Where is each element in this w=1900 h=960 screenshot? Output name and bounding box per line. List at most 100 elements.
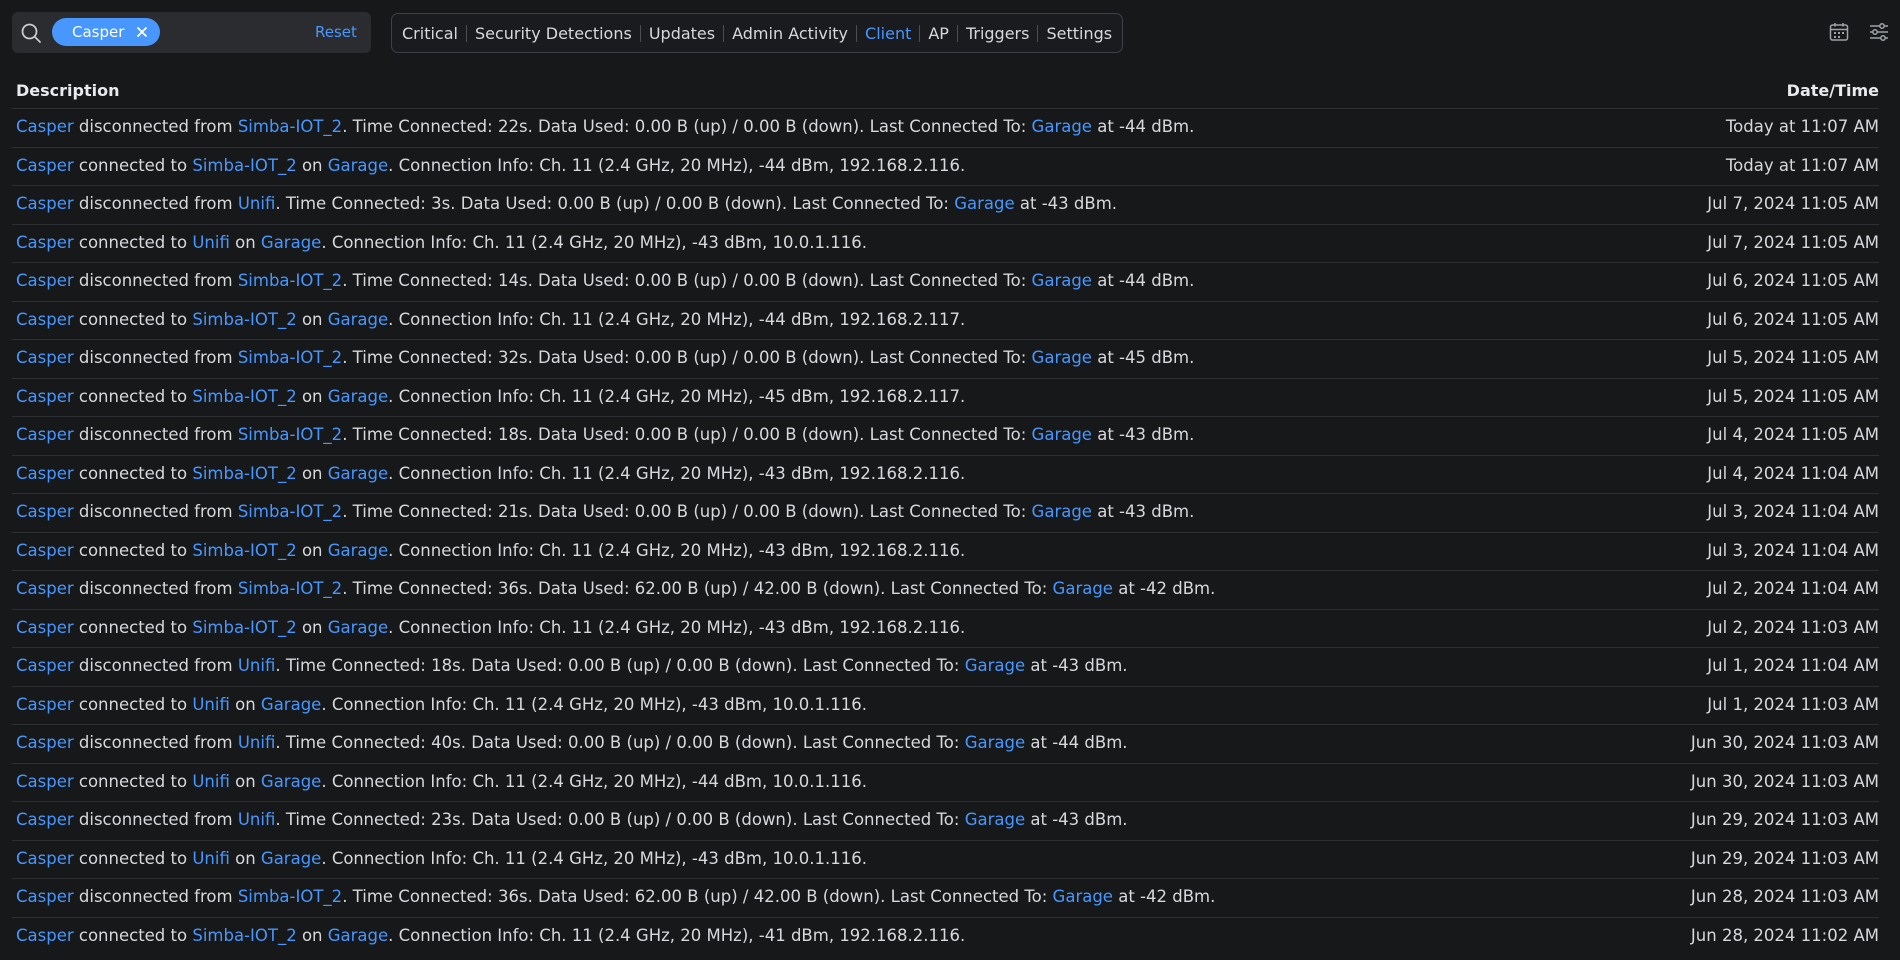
table-row[interactable]: Casper disconnected from Simba-IOT_2. Ti… bbox=[12, 416, 1879, 455]
ssid-link[interactable]: Simba-IOT_2 bbox=[192, 464, 296, 483]
table-row[interactable]: Casper disconnected from Simba-IOT_2. Ti… bbox=[12, 878, 1879, 917]
ssid-link[interactable]: Unifi bbox=[238, 656, 276, 675]
table-row[interactable]: Casper disconnected from Unifi. Time Con… bbox=[12, 185, 1879, 224]
table-row[interactable]: Casper connected to Unifi on Garage. Con… bbox=[12, 223, 1879, 263]
ap-link[interactable]: Garage bbox=[261, 233, 321, 252]
client-link[interactable]: Casper bbox=[16, 810, 74, 829]
ap-link[interactable]: Garage bbox=[1032, 348, 1092, 367]
client-link[interactable]: Casper bbox=[16, 271, 74, 290]
sliders-icon[interactable] bbox=[1868, 21, 1890, 43]
ap-link[interactable]: Garage bbox=[1032, 425, 1092, 444]
search-icon[interactable] bbox=[19, 21, 43, 45]
client-link[interactable]: Casper bbox=[16, 656, 74, 675]
client-link[interactable]: Casper bbox=[16, 502, 74, 521]
ssid-link[interactable]: Simba-IOT_2 bbox=[192, 387, 296, 406]
client-link[interactable]: Casper bbox=[16, 541, 74, 560]
tab-client[interactable]: Client bbox=[865, 24, 911, 43]
ssid-link[interactable]: Simba-IOT_2 bbox=[238, 425, 342, 444]
table-row[interactable]: Casper disconnected from Simba-IOT_2. Ti… bbox=[12, 493, 1879, 532]
ssid-link[interactable]: Unifi bbox=[192, 233, 230, 252]
client-link[interactable]: Casper bbox=[16, 194, 74, 213]
close-icon[interactable] bbox=[135, 25, 149, 39]
tab-critical[interactable]: Critical bbox=[402, 24, 458, 43]
ap-link[interactable]: Garage bbox=[965, 656, 1025, 675]
table-row[interactable]: Casper connected to Simba-IOT_2 on Garag… bbox=[12, 146, 1879, 186]
client-link[interactable]: Casper bbox=[16, 117, 74, 136]
table-row[interactable]: Casper disconnected from Simba-IOT_2. Ti… bbox=[12, 339, 1879, 378]
client-link[interactable]: Casper bbox=[16, 849, 74, 868]
ap-link[interactable]: Garage bbox=[261, 849, 321, 868]
ap-link[interactable]: Garage bbox=[328, 926, 388, 945]
search-bar[interactable]: Casper Reset bbox=[12, 12, 371, 53]
table-row[interactable]: Casper connected to Simba-IOT_2 on Garag… bbox=[12, 608, 1879, 648]
ssid-link[interactable]: Unifi bbox=[238, 194, 276, 213]
column-header-datetime[interactable]: Date/Time bbox=[1787, 81, 1879, 100]
ap-link[interactable]: Garage bbox=[328, 618, 388, 637]
client-link[interactable]: Casper bbox=[16, 887, 74, 906]
ssid-link[interactable]: Simba-IOT_2 bbox=[192, 156, 296, 175]
tab-settings[interactable]: Settings bbox=[1046, 24, 1112, 43]
client-link[interactable]: Casper bbox=[16, 579, 74, 598]
ap-link[interactable]: Garage bbox=[328, 541, 388, 560]
tab-security-detections[interactable]: Security Detections bbox=[475, 24, 632, 43]
ssid-link[interactable]: Simba-IOT_2 bbox=[192, 618, 296, 637]
ap-link[interactable]: Garage bbox=[1032, 117, 1092, 136]
ssid-link[interactable]: Unifi bbox=[238, 733, 276, 752]
table-row[interactable]: Casper connected to Simba-IOT_2 on Garag… bbox=[12, 377, 1879, 417]
ap-link[interactable]: Garage bbox=[261, 772, 321, 791]
table-row[interactable]: Casper connected to Simba-IOT_2 on Garag… bbox=[12, 916, 1879, 956]
table-row[interactable]: Casper connected to Unifi on Garage. Con… bbox=[12, 762, 1879, 802]
client-link[interactable]: Casper bbox=[16, 156, 74, 175]
ap-link[interactable]: Garage bbox=[1032, 502, 1092, 521]
ssid-link[interactable]: Simba-IOT_2 bbox=[238, 579, 342, 598]
ap-link[interactable]: Garage bbox=[1053, 579, 1113, 598]
ssid-link[interactable]: Unifi bbox=[192, 772, 230, 791]
ap-link[interactable]: Garage bbox=[965, 810, 1025, 829]
client-link[interactable]: Casper bbox=[16, 348, 74, 367]
client-link[interactable]: Casper bbox=[16, 464, 74, 483]
table-row[interactable]: Casper disconnected from Simba-IOT_2. Ti… bbox=[12, 570, 1879, 609]
tab-admin-activity[interactable]: Admin Activity bbox=[732, 24, 848, 43]
ap-link[interactable]: Garage bbox=[1032, 271, 1092, 290]
ap-link[interactable]: Garage bbox=[1053, 887, 1113, 906]
column-header-description[interactable]: Description bbox=[16, 81, 119, 100]
table-row[interactable]: Casper disconnected from Unifi. Time Con… bbox=[12, 724, 1879, 763]
calendar-icon[interactable] bbox=[1828, 21, 1850, 43]
ssid-link[interactable]: Simba-IOT_2 bbox=[238, 117, 342, 136]
ap-link[interactable]: Garage bbox=[328, 310, 388, 329]
tab-updates[interactable]: Updates bbox=[649, 24, 715, 43]
ap-link[interactable]: Garage bbox=[328, 464, 388, 483]
ssid-link[interactable]: Simba-IOT_2 bbox=[238, 887, 342, 906]
table-row[interactable]: Casper disconnected from Unifi. Time Con… bbox=[12, 647, 1879, 686]
client-link[interactable]: Casper bbox=[16, 618, 74, 637]
table-row[interactable]: Casper connected to Unifi on Garage. Con… bbox=[12, 839, 1879, 879]
client-link[interactable]: Casper bbox=[16, 387, 74, 406]
tab-ap[interactable]: AP bbox=[928, 24, 949, 43]
tab-triggers[interactable]: Triggers bbox=[966, 24, 1030, 43]
ssid-link[interactable]: Simba-IOT_2 bbox=[192, 541, 296, 560]
ap-link[interactable]: Garage bbox=[328, 156, 388, 175]
table-row[interactable]: Casper disconnected from Simba-IOT_2. Ti… bbox=[12, 262, 1879, 301]
ssid-link[interactable]: Simba-IOT_2 bbox=[238, 271, 342, 290]
ssid-link[interactable]: Simba-IOT_2 bbox=[192, 310, 296, 329]
table-row[interactable]: Casper disconnected from Simba-IOT_2. Ti… bbox=[12, 108, 1879, 147]
table-row[interactable]: Casper connected to Simba-IOT_2 on Garag… bbox=[12, 454, 1879, 494]
client-link[interactable]: Casper bbox=[16, 926, 74, 945]
ap-link[interactable]: Garage bbox=[954, 194, 1014, 213]
client-link[interactable]: Casper bbox=[16, 733, 74, 752]
ap-link[interactable]: Garage bbox=[965, 733, 1025, 752]
client-link[interactable]: Casper bbox=[16, 772, 74, 791]
ssid-link[interactable]: Unifi bbox=[192, 849, 230, 868]
ap-link[interactable]: Garage bbox=[328, 387, 388, 406]
table-row[interactable]: Casper connected to Unifi on Garage. Con… bbox=[12, 685, 1879, 725]
table-row[interactable]: Casper disconnected from Unifi. Time Con… bbox=[12, 801, 1879, 840]
table-row[interactable]: Casper connected to Simba-IOT_2 on Garag… bbox=[12, 300, 1879, 340]
ssid-link[interactable]: Simba-IOT_2 bbox=[192, 926, 296, 945]
ssid-link[interactable]: Simba-IOT_2 bbox=[238, 502, 342, 521]
ssid-link[interactable]: Simba-IOT_2 bbox=[238, 348, 342, 367]
client-link[interactable]: Casper bbox=[16, 695, 74, 714]
table-row[interactable]: Casper connected to Simba-IOT_2 on Garag… bbox=[12, 531, 1879, 571]
client-link[interactable]: Casper bbox=[16, 310, 74, 329]
client-link[interactable]: Casper bbox=[16, 425, 74, 444]
ap-link[interactable]: Garage bbox=[261, 695, 321, 714]
